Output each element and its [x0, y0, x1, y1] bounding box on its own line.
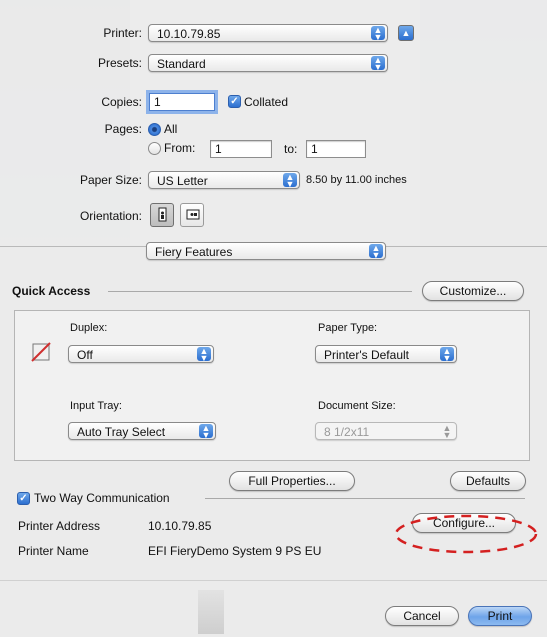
pages-from-label: From: — [164, 141, 196, 155]
quick-access-rule — [108, 291, 412, 292]
paper-size-popup[interactable]: US Letter ▲ ▼ — [148, 171, 300, 189]
defaults-button[interactable]: Defaults — [450, 471, 526, 491]
duplex-value: Off — [77, 348, 93, 362]
paper-dimensions-text: 8.50 by 11.00 inches — [306, 174, 407, 186]
popup-arrows-icon: ▲ ▼ — [442, 423, 452, 440]
portrait-icon — [158, 207, 167, 222]
document-size-value: 8 1/2x11 — [324, 425, 370, 439]
document-size-popup: 8 1/2x11 ▲ ▼ — [315, 422, 457, 440]
printer-address-value: 10.10.79.85 — [148, 519, 212, 533]
collated-checkbox[interactable]: ✓ — [228, 95, 241, 108]
disclosure-triangle-button[interactable]: ▲ — [398, 25, 414, 41]
input-tray-popup[interactable]: Auto Tray Select ▲ ▼ — [68, 422, 216, 440]
paper-type-popup[interactable]: Printer's Default ▲ ▼ — [315, 345, 457, 363]
paper-type-value: Printer's Default — [324, 348, 409, 362]
two-way-checkbox[interactable]: ✓ — [17, 492, 30, 505]
printer-name-label: Printer Name — [18, 544, 89, 558]
printer-popup[interactable]: 10.10.79.85 ▲ ▼ — [148, 24, 388, 42]
orientation-label: Orientation: — [79, 209, 142, 223]
pages-from-radio[interactable] — [148, 142, 161, 155]
pages-all-radio[interactable] — [148, 123, 161, 136]
paper-type-label: Paper Type: — [318, 322, 378, 334]
popup-arrows-icon: ▲ ▼ — [197, 347, 211, 362]
highlight-dashed-ellipse — [394, 514, 538, 554]
input-tray-label: Input Tray: — [70, 400, 122, 412]
popup-arrows-icon: ▲ ▼ — [283, 173, 297, 188]
duplex-off-icon — [30, 341, 52, 366]
section-popup-value: Fiery Features — [155, 245, 233, 259]
section-popup[interactable]: Fiery Features ▲ ▼ — [146, 242, 386, 260]
popup-arrows-icon: ▲ ▼ — [199, 424, 213, 439]
printer-label: Printer: — [103, 26, 142, 40]
orientation-portrait-button[interactable] — [150, 203, 174, 227]
print-button[interactable]: Print — [468, 606, 532, 626]
background-artifact — [198, 590, 224, 634]
copies-field[interactable]: 1 — [149, 93, 215, 111]
pages-to-field[interactable]: 1 — [306, 140, 366, 158]
duplex-popup[interactable]: Off ▲ ▼ — [68, 345, 214, 363]
pages-all-label: All — [164, 122, 178, 136]
printer-name-value: EFI FieryDemo System 9 PS EU — [148, 544, 322, 558]
popup-arrows-icon: ▲ ▼ — [369, 244, 383, 259]
paper-size-label: Paper Size: — [79, 173, 142, 187]
printer-value: 10.10.79.85 — [157, 27, 221, 41]
duplex-label: Duplex: — [70, 322, 108, 334]
pages-to-label: to: — [284, 142, 298, 156]
presets-label: Presets: — [97, 56, 142, 70]
cancel-button[interactable]: Cancel — [385, 606, 459, 626]
popup-arrows-icon: ▲ ▼ — [440, 347, 454, 362]
customize-button[interactable]: Customize... — [422, 281, 524, 301]
paper-size-value: US Letter — [157, 174, 208, 188]
document-size-label: Document Size: — [318, 400, 396, 412]
two-way-label: Two Way Communication — [34, 491, 170, 505]
presets-popup[interactable]: Standard ▲ ▼ — [148, 54, 388, 72]
input-tray-value: Auto Tray Select — [77, 425, 166, 439]
footer-divider — [0, 580, 547, 581]
quick-access-title: Quick Access — [12, 284, 91, 298]
orientation-landscape-button[interactable] — [180, 203, 204, 227]
collated-label: Collated — [244, 95, 289, 109]
printer-address-label: Printer Address — [18, 519, 101, 533]
pages-from-field[interactable]: 1 — [210, 140, 272, 158]
copies-label: Copies: — [101, 95, 142, 109]
full-properties-button[interactable]: Full Properties... — [229, 471, 355, 491]
two-way-rule — [205, 498, 525, 499]
presets-value: Standard — [157, 57, 206, 71]
popup-arrows-icon: ▲ ▼ — [371, 26, 385, 41]
popup-arrows-icon: ▲ ▼ — [371, 56, 385, 71]
pages-label: Pages: — [104, 122, 142, 136]
landscape-icon — [186, 209, 200, 220]
